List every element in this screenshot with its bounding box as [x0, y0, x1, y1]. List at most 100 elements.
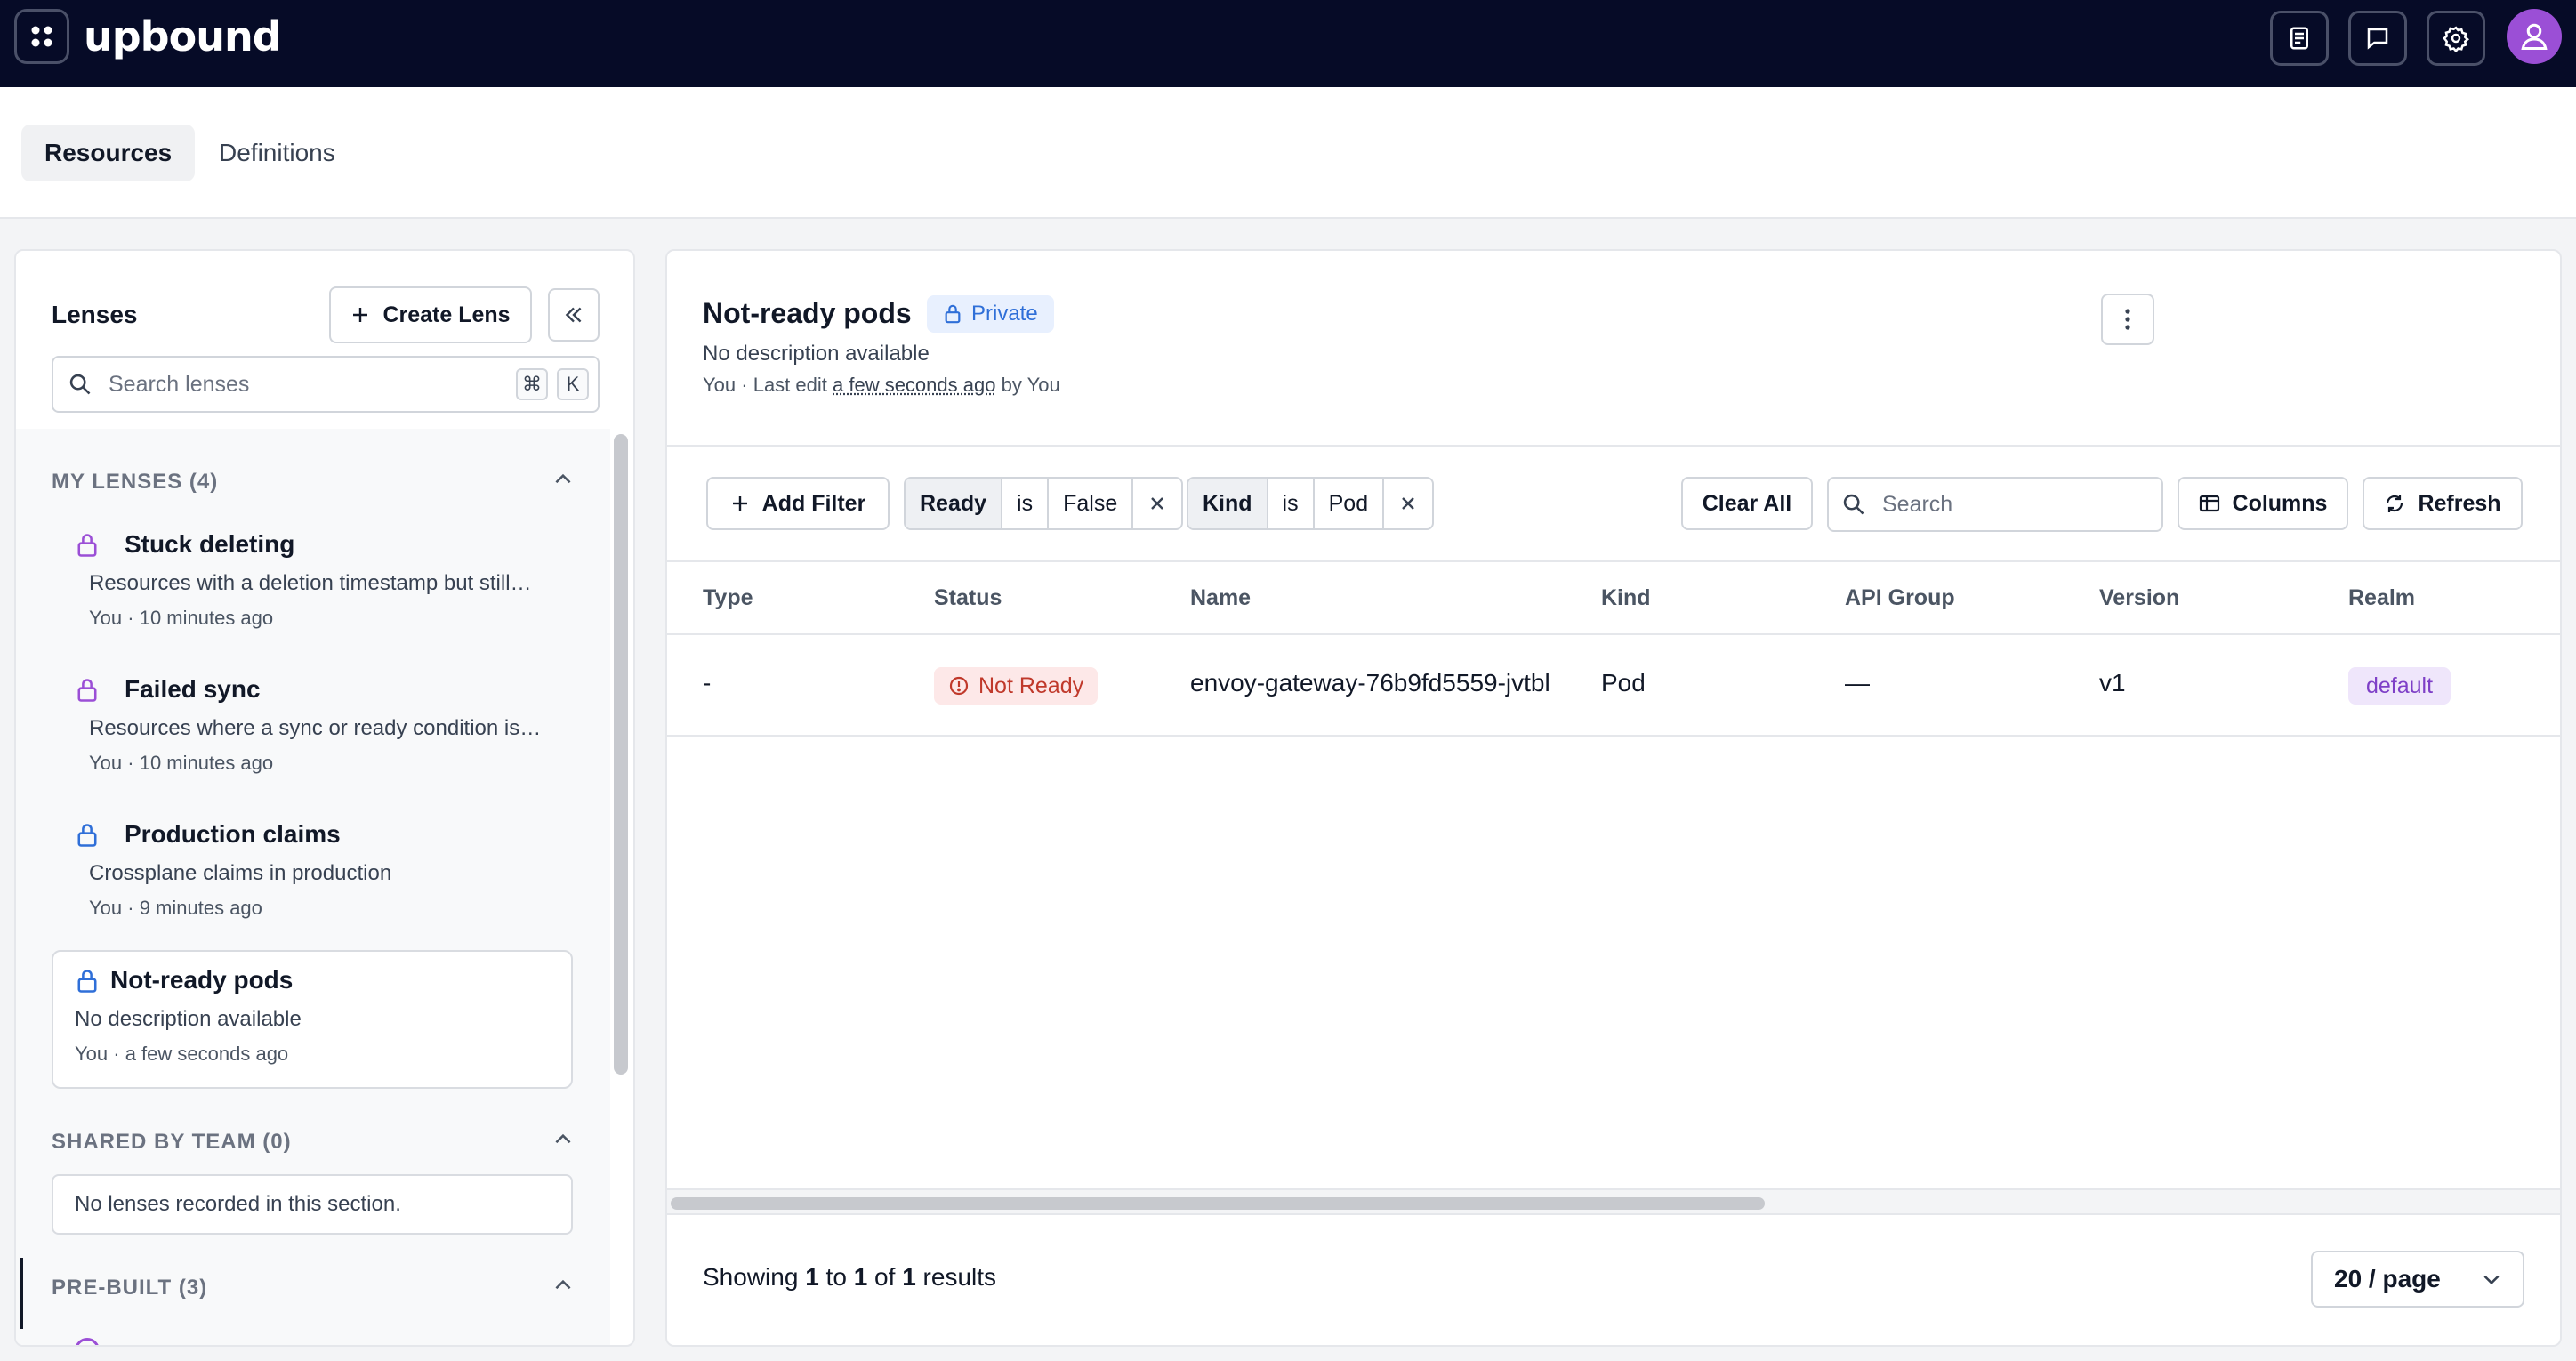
table-row[interactable]: - Not Ready envoy-gateway-76b9fd5559-jvt…	[667, 635, 2560, 737]
lens-name: Stuck deleting	[125, 530, 295, 558]
chevron-up-icon[interactable]	[551, 468, 575, 491]
column-header-api-group[interactable]: API Group	[1845, 585, 1955, 611]
user-avatar[interactable]	[2507, 9, 2562, 64]
lens-meta: You · 9 minutes ago	[89, 897, 262, 920]
cell-type: -	[703, 669, 712, 697]
empty-section-message: No lenses recorded in this section.	[52, 1174, 573, 1235]
results-of-label: of	[874, 1263, 896, 1291]
lens-author: You	[89, 752, 123, 774]
lens-item-failed-sync[interactable]: Failed sync Resources where a sync or re…	[52, 673, 573, 798]
tab-bar: Resources Definitions	[0, 87, 2576, 219]
filter-key[interactable]: Ready	[906, 479, 1003, 528]
section-heading-pre-built: PRE-BUILT (3)	[52, 1276, 208, 1300]
lens-detail-panel: Not-ready pods Private No description av…	[665, 249, 2562, 1347]
lens-author: You	[75, 1043, 109, 1065]
close-icon	[1151, 497, 1164, 510]
results-suffix: results	[922, 1263, 997, 1291]
lens-name: Production claims	[125, 820, 341, 848]
last-edit-time: a few seconds ago	[833, 374, 996, 396]
resource-search-input[interactable]: Search	[1827, 477, 2163, 532]
chat-bubble-icon	[2367, 28, 2388, 50]
meta-separator: ·	[127, 752, 140, 774]
lens-time: 9 minutes ago	[139, 897, 262, 919]
page-size-select[interactable]: 20 / page	[2311, 1251, 2524, 1308]
more-options-button[interactable]	[2101, 294, 2154, 345]
create-lens-label: Create Lens	[382, 302, 511, 327]
lens-time: a few seconds ago	[125, 1043, 289, 1065]
filter-operator[interactable]: is	[1268, 479, 1315, 528]
tab-resources[interactable]: Resources	[21, 125, 196, 181]
lens-author: You	[703, 374, 737, 396]
section-heading-shared-by-team: SHARED BY TEAM (0)	[52, 1130, 292, 1154]
filter-operator[interactable]: is	[1002, 479, 1050, 528]
top-navigation-bar: upbound	[0, 0, 2576, 87]
docs-button[interactable]	[2270, 11, 2329, 66]
cell-version: v1	[2099, 669, 2126, 697]
visibility-label: Private	[971, 302, 1038, 326]
lens-title: Not-ready pods	[703, 297, 912, 329]
results-total: 1	[902, 1263, 916, 1291]
column-header-version[interactable]: Version	[2099, 585, 2179, 611]
lens-item-production-claims[interactable]: Production claims Crossplane claims in p…	[52, 818, 573, 943]
remove-filter-button[interactable]	[1384, 479, 1432, 528]
table-header: Type Status Name Kind API Group Version …	[667, 560, 2560, 635]
cell-name[interactable]: envoy-gateway-76b9fd5559-jvtbl	[1190, 669, 1550, 697]
filter-chip-ready: Ready is False	[904, 477, 1184, 530]
create-lens-button[interactable]: Create Lens	[329, 286, 532, 343]
header-divider	[667, 445, 2560, 447]
search-icon	[69, 374, 91, 395]
lens-editor: You	[1026, 374, 1060, 396]
chevron-up-icon[interactable]	[551, 1274, 575, 1297]
columns-button[interactable]: Columns	[2178, 477, 2348, 530]
filter-key[interactable]: Kind	[1188, 479, 1268, 528]
cell-api-group: —	[1845, 669, 1870, 697]
filter-value[interactable]: Pod	[1315, 479, 1385, 528]
lenses-title: Lenses	[52, 301, 138, 328]
page-size-value: 20 / page	[2334, 1265, 2441, 1293]
section-heading-my-lenses: MY LENSES (4)	[52, 470, 219, 494]
lock-icon	[77, 534, 97, 557]
filter-value[interactable]: False	[1049, 479, 1134, 528]
refresh-label: Refresh	[2418, 490, 2501, 516]
results-prefix: Showing	[703, 1263, 799, 1291]
lock-icon	[945, 304, 961, 324]
document-icon	[2290, 27, 2308, 50]
column-header-name[interactable]: Name	[1190, 585, 1251, 611]
clear-all-label: Clear All	[1702, 490, 1792, 516]
lenses-panel: Lenses Create Lens Search lenses ⌘ K MY …	[14, 249, 635, 1347]
refresh-button[interactable]: Refresh	[2363, 477, 2523, 530]
status-badge: Not Ready	[934, 667, 1099, 705]
lens-list-scrollbar[interactable]	[614, 434, 628, 1075]
tab-definitions[interactable]: Definitions	[196, 125, 358, 181]
lens-meta: You · 10 minutes ago	[89, 752, 273, 775]
remove-filter-button[interactable]	[1133, 479, 1181, 528]
clear-all-button[interactable]: Clear All	[1681, 477, 1813, 530]
meta-separator: ·	[127, 897, 140, 919]
active-section-indicator	[20, 1258, 23, 1329]
upbound-logo[interactable]: upbound	[84, 9, 282, 64]
scrollbar-thumb[interactable]	[671, 1197, 1765, 1210]
app-switcher-button[interactable]	[14, 9, 69, 64]
column-header-kind[interactable]: Kind	[1601, 585, 1651, 611]
close-icon	[1402, 497, 1414, 510]
by-label: by	[1001, 374, 1022, 396]
column-header-type[interactable]: Type	[703, 585, 753, 611]
add-filter-label: Add Filter	[761, 490, 866, 516]
kebab-menu-icon	[2125, 309, 2130, 330]
table-horizontal-scrollbar[interactable]	[667, 1188, 2560, 1215]
filter-chip-kind: Kind is Pod	[1187, 477, 1435, 530]
shortcut-key-cmd: ⌘	[516, 368, 548, 400]
add-filter-button[interactable]: Add Filter	[706, 477, 890, 530]
lens-search-input[interactable]: Search lenses ⌘ K	[52, 356, 600, 413]
realm-badge: default	[2348, 667, 2451, 705]
column-header-status[interactable]: Status	[934, 585, 1002, 611]
feedback-button[interactable]	[2348, 11, 2407, 66]
plus-icon	[353, 308, 368, 322]
chevron-up-icon[interactable]	[551, 1128, 575, 1151]
column-header-realm[interactable]: Realm	[2348, 585, 2415, 611]
lens-item-stuck-deleting[interactable]: Stuck deleting Resources with a deletion…	[52, 528, 573, 653]
lens-item-not-ready-pods[interactable]: Not-ready pods No description available …	[52, 950, 573, 1089]
settings-button[interactable]	[2427, 11, 2485, 66]
collapse-panel-button[interactable]	[548, 288, 600, 342]
results-to: 1	[853, 1263, 868, 1291]
